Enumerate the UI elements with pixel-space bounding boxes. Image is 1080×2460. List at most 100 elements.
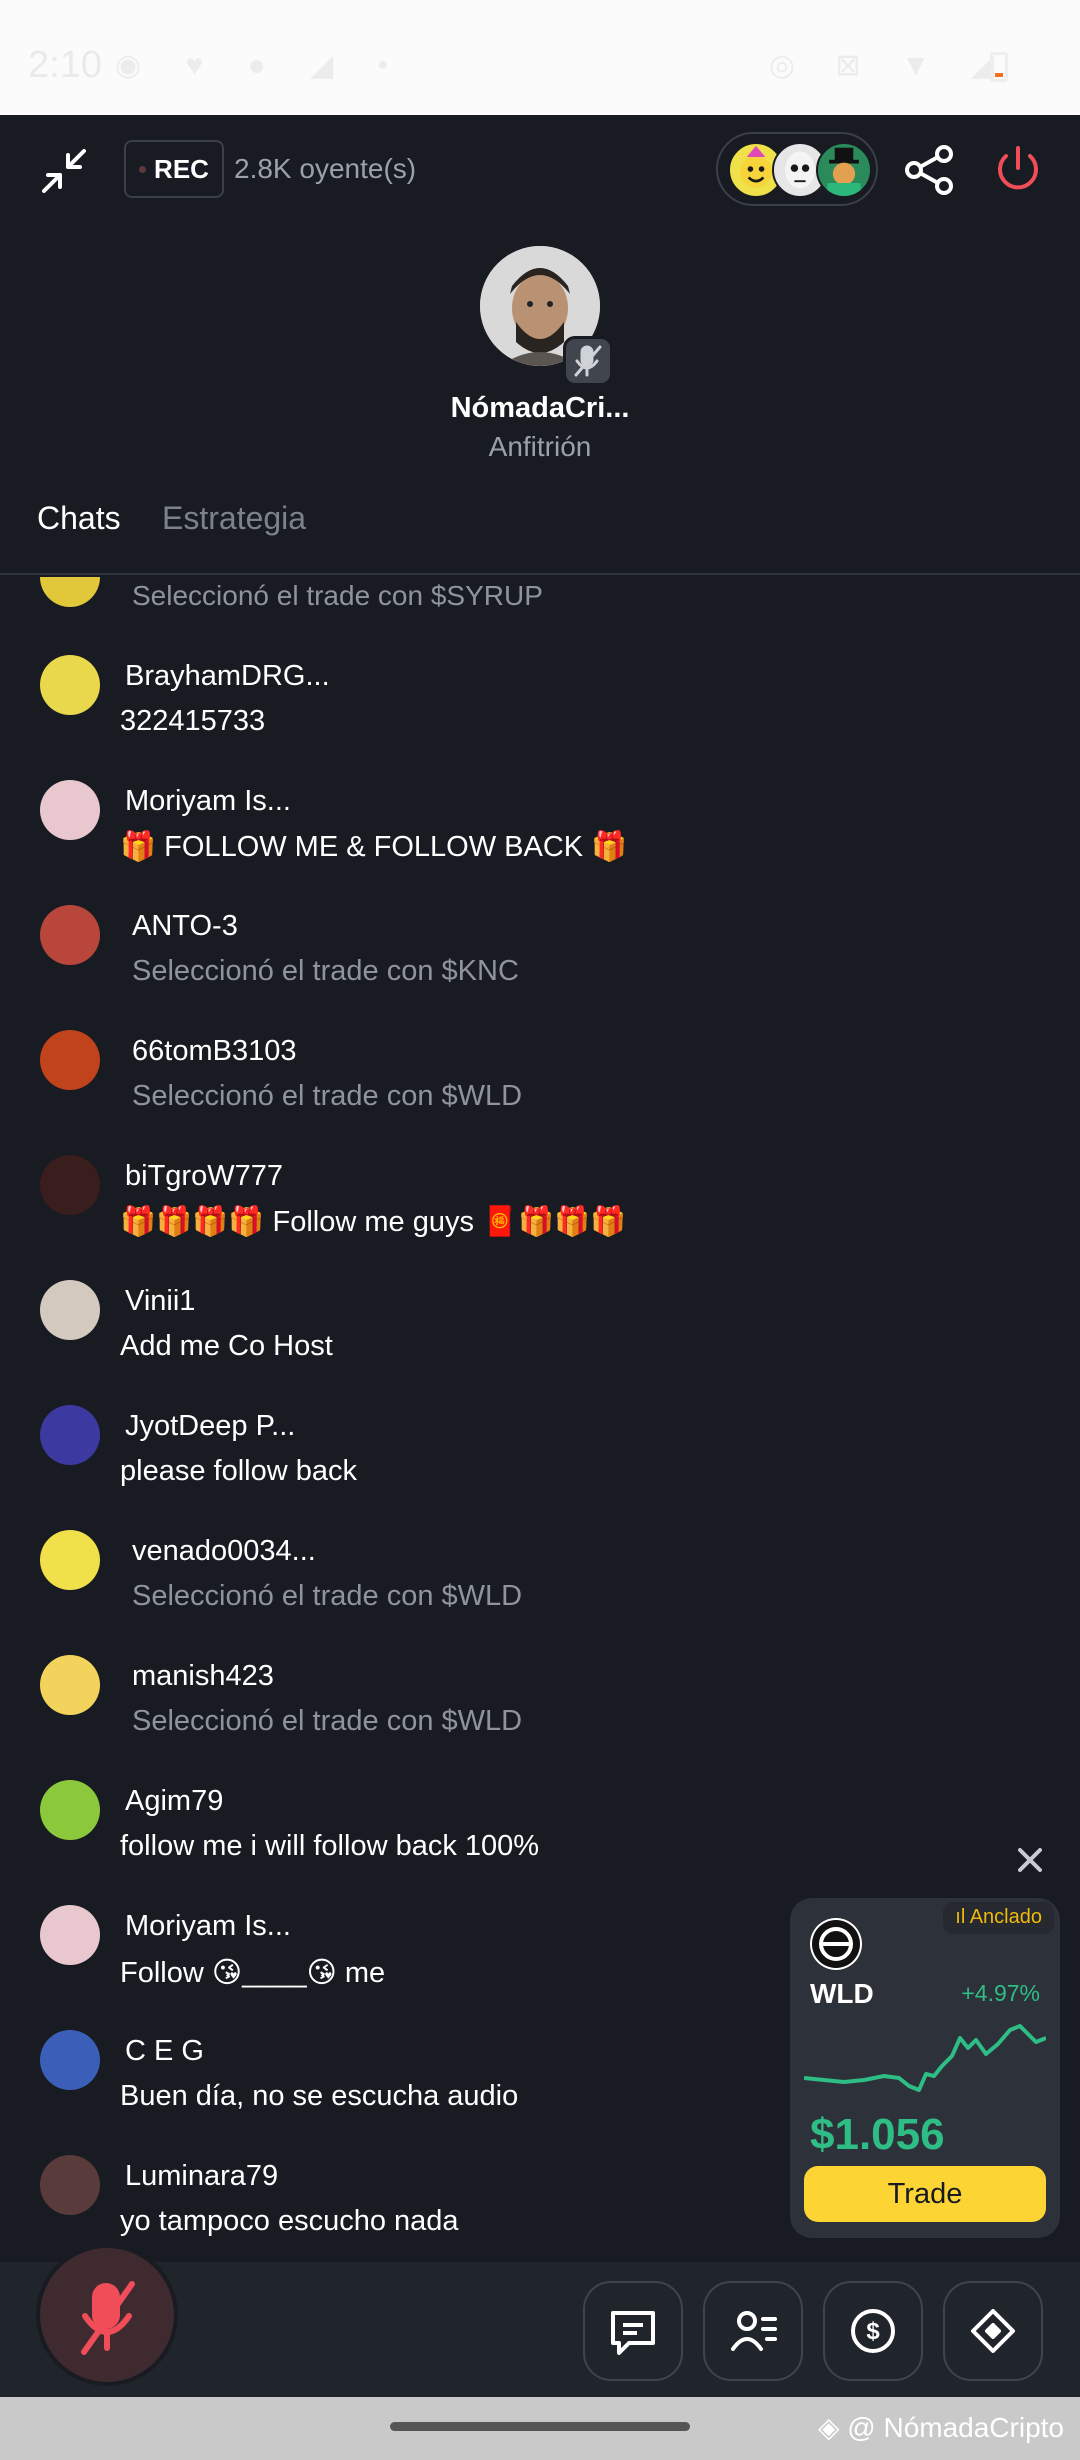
user-name[interactable]: venado0034...	[132, 1535, 316, 1568]
message-text: Seleccionó el trade con $SYRUP	[132, 580, 543, 611]
speakers-list-button[interactable]	[703, 2281, 803, 2381]
price-sparkline	[804, 2024, 1046, 2092]
battery-icon	[990, 52, 1008, 82]
host-mic-status	[563, 336, 613, 386]
list-item: manish423 Seleccionó el trade con $WLD	[0, 1655, 1080, 1780]
user-name[interactable]: Agim79	[125, 1785, 223, 1818]
list-item: ANTO-3 Seleccionó el trade con $KNC	[0, 905, 1080, 1030]
rec-dot-icon	[139, 165, 147, 173]
user-avatar[interactable]	[40, 1280, 100, 1340]
user-avatar[interactable]	[40, 655, 100, 715]
user-avatar[interactable]	[40, 2155, 100, 2215]
host-name: NómadaCri...	[450, 392, 630, 424]
user-avatar[interactable]	[40, 780, 100, 840]
user-name[interactable]: Moriyam Is...	[125, 1910, 291, 1943]
user-avatar[interactable]	[40, 1905, 100, 1965]
user-avatar[interactable]	[40, 1155, 100, 1215]
rec-label: REC	[154, 153, 209, 184]
user-name[interactable]: C E G	[125, 2035, 204, 2068]
listener-count: 2.8K oyente(s)	[234, 153, 417, 184]
user-name[interactable]: Vinii1	[125, 1285, 195, 1318]
message-text: follow me i will follow back 100%	[120, 1830, 540, 1862]
user-name[interactable]: ANTO-3	[132, 910, 238, 943]
mic-off-icon	[574, 345, 602, 377]
leave-button[interactable]	[988, 140, 1048, 200]
host-section: NómadaCri... Anfitrión	[0, 246, 1080, 476]
binance-logo-icon: ◈	[817, 2412, 840, 2443]
power-icon	[998, 146, 1038, 190]
list-item: venado0034... Seleccionó el trade con $W…	[0, 1530, 1080, 1655]
chat-button[interactable]	[583, 2281, 683, 2381]
user-avatar	[40, 577, 100, 607]
svg-text:$: $	[866, 2318, 880, 2345]
share-button[interactable]	[900, 140, 960, 200]
user-avatar[interactable]	[40, 1405, 100, 1465]
binance-button[interactable]	[943, 2281, 1043, 2381]
coin-change: +4.97%	[961, 1980, 1040, 2006]
system-nav-bar: ◈ @ NómadaCripto	[0, 2397, 1080, 2460]
list-item: JyotDeep P... please follow back	[0, 1405, 1080, 1530]
collapse-arrows-icon	[42, 149, 86, 193]
list-item: Moriyam Is... 🎁 FOLLOW ME & FOLLOW BACK …	[0, 780, 1080, 905]
message-text: Add me Co Host	[120, 1330, 333, 1362]
watermark-text: @ NómadaCripto	[847, 2412, 1064, 2443]
message-text: Seleccionó el trade con $KNC	[132, 955, 519, 987]
trade-button-label: Trade	[887, 2177, 963, 2210]
chat-icon	[611, 2311, 655, 2355]
tab-bar: Chats Estrategia	[0, 500, 1080, 575]
message-text: 🎁🎁🎁🎁 Follow me guys 🧧🎁🎁🎁	[120, 1206, 627, 1238]
user-name[interactable]: biTgroW777	[125, 1160, 283, 1193]
worldcoin-icon	[810, 1918, 862, 1970]
user-avatar[interactable]	[40, 1655, 100, 1715]
list-item: Vinii1 Add me Co Host	[0, 1280, 1080, 1405]
message-text: yo tampoco escucho nada	[120, 2205, 459, 2237]
pinned-trade-card[interactable]: ıl Anclado WLD +4.97% $1.056 Trade	[790, 1898, 1060, 2238]
message-text: please follow back	[120, 1455, 357, 1487]
message-text: Seleccionó el trade con $WLD	[132, 1580, 523, 1612]
watermark: ◈ @ NómadaCripto	[818, 2411, 1064, 2444]
list-item: BrayhamDRG... 322415733	[0, 655, 1080, 780]
user-name[interactable]: JyotDeep P...	[125, 1410, 295, 1443]
binance-icon	[971, 2309, 1015, 2353]
message-text: Follow 😘____😘 me	[120, 1957, 386, 1989]
user-avatar[interactable]	[40, 1780, 100, 1840]
close-icon	[1018, 1848, 1042, 1872]
user-avatar[interactable]	[40, 905, 100, 965]
tip-button[interactable]: $	[823, 2281, 923, 2381]
status-time: 2:10	[28, 44, 102, 86]
user-name[interactable]: 66tomB3103	[132, 1035, 296, 1068]
list-item: Agim79 follow me i will follow back 100%	[0, 1780, 1080, 1905]
message-text: 322415733	[120, 705, 266, 737]
trade-button[interactable]: Trade	[804, 2166, 1046, 2222]
list-item: 66tomB3103 Seleccionó el trade con $WLD	[0, 1030, 1080, 1155]
message-text: Seleccionó el trade con $WLD	[132, 1705, 523, 1737]
user-name[interactable]: BrayhamDRG...	[125, 660, 330, 693]
speakers-list-icon	[731, 2311, 777, 2351]
pinned-label: Anclado	[969, 1906, 1042, 1928]
coin-symbol: WLD	[810, 1978, 874, 2009]
home-gesture-handle[interactable]	[390, 2422, 690, 2431]
status-bar: 2:10 ◉ ♥ ● ◢ • ◎ ⊠ ▼ ◢	[0, 0, 1080, 115]
user-avatar[interactable]	[40, 1530, 100, 1590]
mic-off-icon	[81, 2281, 135, 2355]
bottom-toolbar: $	[0, 2244, 1080, 2397]
host-role: Anfitrión	[488, 431, 592, 462]
cohost-avatars[interactable]	[716, 132, 878, 206]
tab-estrategia[interactable]: Estrategia	[162, 500, 306, 537]
mic-toggle-button[interactable]	[36, 2244, 178, 2386]
list-item: Seleccionó el trade con $SYRUP	[0, 577, 1080, 617]
minimize-button[interactable]	[36, 143, 92, 199]
user-name[interactable]: Moriyam Is...	[125, 785, 291, 818]
notification-icons: ◉ ♥ ● ◢ •	[115, 49, 407, 82]
close-widget-button[interactable]	[1012, 1842, 1048, 1878]
user-avatar[interactable]	[40, 2030, 100, 2090]
user-name[interactable]: manish423	[132, 1660, 274, 1693]
pinned-badge: ıl Anclado	[943, 1902, 1054, 1934]
space-header: REC 2.8K oyente(s)	[0, 115, 1080, 225]
system-icons: ◎ ⊠ ▼ ◢	[768, 49, 1010, 82]
user-avatar[interactable]	[40, 1030, 100, 1090]
message-text: Seleccionó el trade con $WLD	[132, 1080, 523, 1112]
tab-chats[interactable]: Chats	[37, 500, 121, 537]
user-name[interactable]: Luminara79	[125, 2160, 278, 2193]
cohost-avatar-3	[816, 142, 872, 198]
